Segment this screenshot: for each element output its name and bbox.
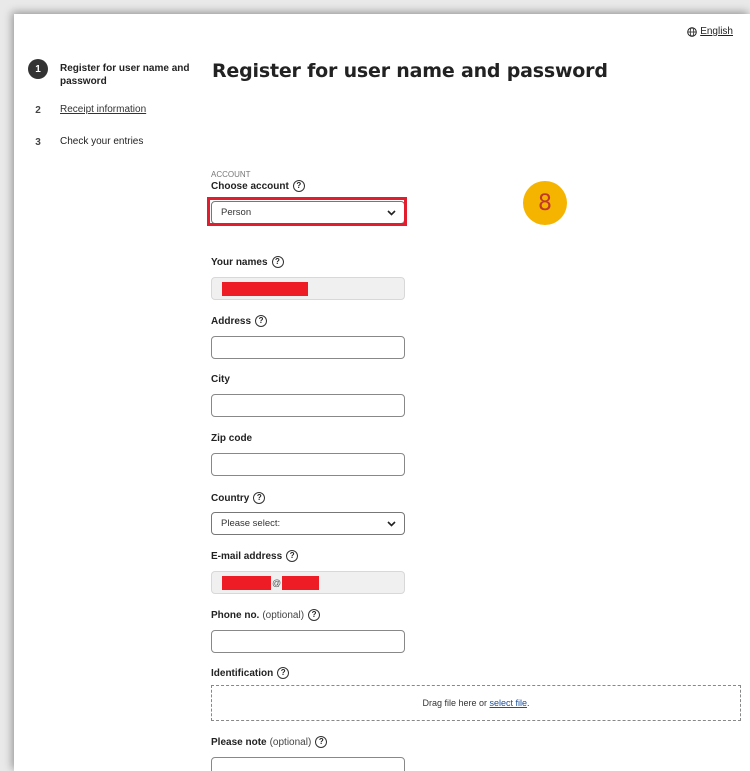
zip-input[interactable] xyxy=(211,453,405,476)
help-icon[interactable]: ? xyxy=(315,736,328,748)
help-icon[interactable]: ? xyxy=(286,550,299,562)
your-names-field: Your names ? xyxy=(211,256,405,300)
step-number-1: 1 xyxy=(28,59,48,79)
help-icon[interactable]: ? xyxy=(308,609,321,621)
at-sign: @ xyxy=(272,578,282,588)
section-label: ACCOUNT xyxy=(211,170,251,179)
chevron-down-icon xyxy=(387,520,396,527)
highlight-box xyxy=(207,197,407,226)
help-icon[interactable]: ? xyxy=(271,256,284,268)
country-value: Please select: xyxy=(221,518,281,529)
phone-label-text: Phone no. xyxy=(211,609,260,621)
city-field: City xyxy=(211,374,405,417)
help-icon[interactable]: ? xyxy=(255,315,268,327)
step-1: 1 Register for user name and password xyxy=(28,59,203,88)
step-label-2[interactable]: Receipt information xyxy=(60,103,146,116)
city-input[interactable] xyxy=(211,394,405,417)
account-section: ACCOUNT Choose account ? Person xyxy=(207,170,407,226)
help-icon[interactable]: ? xyxy=(292,180,305,192)
address-label: Address ? xyxy=(211,315,405,327)
note-label-text: Please note xyxy=(211,736,267,748)
choose-account-label-text: Choose account xyxy=(211,180,289,192)
address-label-text: Address xyxy=(211,315,252,327)
optional-tag: (optional) xyxy=(262,609,305,621)
country-label-text: Country xyxy=(211,492,250,504)
address-field: Address ? xyxy=(211,315,405,359)
identification-label: Identification ? xyxy=(211,667,741,679)
optional-tag: (optional) xyxy=(269,736,312,748)
your-names-input xyxy=(211,277,405,300)
identification-field: Identification ? Drag file here or selec… xyxy=(211,667,741,721)
choose-account-label: Choose account ? xyxy=(211,180,405,192)
country-select[interactable]: Please select: xyxy=(211,512,405,535)
email-label-text: E-mail address xyxy=(211,550,283,562)
browser-window: English 1 Register for user name and pas… xyxy=(14,14,750,771)
phone-field: Phone no. (optional) ? xyxy=(211,609,405,653)
address-input[interactable] xyxy=(211,336,405,359)
file-dropzone[interactable]: Drag file here or select file . xyxy=(211,685,741,721)
phone-input[interactable] xyxy=(211,630,405,653)
country-label: Country ? xyxy=(211,492,405,504)
country-field: Country ? Please select: xyxy=(211,492,405,535)
zip-label: Zip code xyxy=(211,433,253,444)
phone-label: Phone no. (optional) ? xyxy=(211,609,405,621)
progress-steps: 1 Register for user name and password 2 … xyxy=(28,59,203,167)
step-3: 3 Check your entries xyxy=(28,135,203,152)
zip-field: Zip code xyxy=(211,433,405,476)
drop-period: . xyxy=(527,698,530,708)
note-textarea[interactable] xyxy=(211,757,405,771)
email-label: E-mail address ? xyxy=(211,550,405,562)
redacted-block xyxy=(222,576,271,590)
help-icon[interactable]: ? xyxy=(277,667,290,679)
drop-text: Drag file here or xyxy=(422,698,490,708)
email-input: @ xyxy=(211,571,405,594)
step-number-2: 2 xyxy=(35,104,41,116)
your-names-label: Your names ? xyxy=(211,256,405,268)
step-2[interactable]: 2 Receipt information xyxy=(28,103,203,120)
identification-label-text: Identification xyxy=(211,667,274,679)
globe-icon xyxy=(687,26,697,37)
language-label[interactable]: English xyxy=(700,26,733,37)
redacted-block xyxy=(282,576,319,590)
note-label: Please note (optional) ? xyxy=(211,736,405,748)
your-names-label-text: Your names xyxy=(211,256,268,268)
note-field: Please note (optional) ? xyxy=(211,736,405,771)
help-icon[interactable]: ? xyxy=(253,492,266,504)
city-label: City xyxy=(211,374,230,385)
redacted-block xyxy=(222,282,308,296)
language-switcher[interactable]: English xyxy=(687,26,733,37)
select-file-link[interactable]: select file xyxy=(489,698,527,708)
step-label-1: Register for user name and password xyxy=(60,63,190,87)
email-field: E-mail address ? @ xyxy=(211,550,405,594)
step-number-3: 3 xyxy=(35,136,41,148)
step-label-3: Check your entries xyxy=(60,136,144,147)
page-title: Register for user name and password xyxy=(212,60,608,82)
annotation-badge: 8 xyxy=(523,181,567,225)
